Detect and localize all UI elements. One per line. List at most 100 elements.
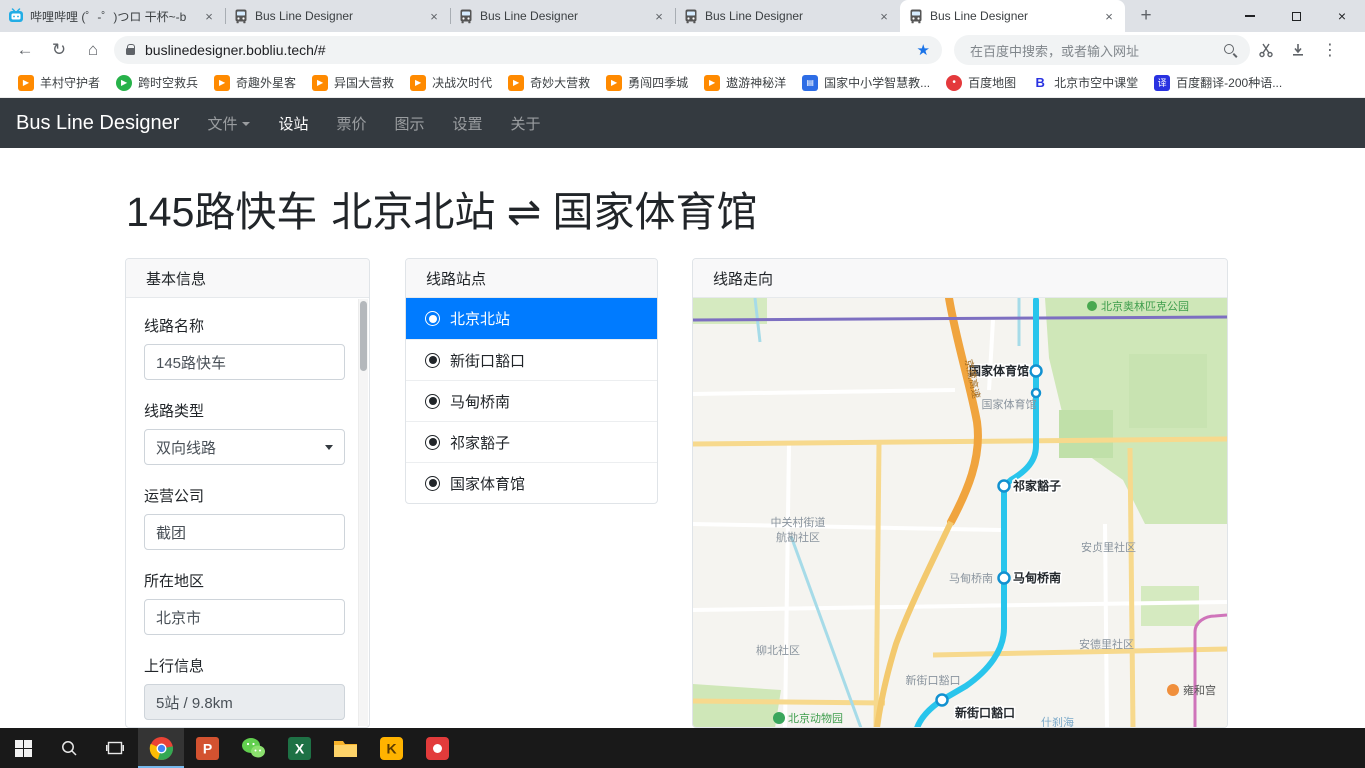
home-button[interactable]: ⌂ [76, 40, 110, 60]
maximize-icon [1291, 11, 1301, 21]
map-station-marker [997, 479, 1011, 493]
operator-input[interactable]: 截团 [144, 514, 345, 550]
station-item[interactable]: 国家体育馆 [406, 462, 657, 503]
url-field[interactable]: buslinedesigner.bobliu.tech/# ★ [114, 36, 942, 64]
map-canvas[interactable]: 北京奥林匹克公园 国家体育馆 国家体育馆 祁家豁子 马甸桥南 马甸桥南 新街口豁… [693, 298, 1227, 728]
browser-tab[interactable]: Bus Line Designer × [900, 0, 1125, 32]
bookmark-item[interactable]: ▤ 国家中小学智慧教... [794, 74, 938, 91]
nav-item-label: 设置 [452, 115, 483, 133]
bookmark-item[interactable]: • 百度地图 [938, 74, 1024, 91]
area-label: 安德里社区 [1079, 637, 1134, 651]
station-item[interactable]: 祁家豁子 [406, 421, 657, 462]
bookmark-item[interactable]: 译百度翻译-200种语... [1146, 74, 1290, 91]
back-button[interactable]: ← [8, 40, 42, 60]
tab-close-icon[interactable]: × [426, 9, 442, 24]
taskbar-recorder-button[interactable] [414, 728, 460, 768]
bookmark-item[interactable]: B 北京市空中课堂 [1024, 74, 1146, 91]
tab-title: Bus Line Designer [930, 9, 1029, 23]
svg-text:P: P [202, 740, 211, 756]
taskbar-start-button[interactable] [0, 728, 46, 768]
bookmark-item[interactable]: ▶ 决战次时代 [402, 74, 500, 91]
nav-item-settings[interactable]: 设置 [439, 113, 497, 134]
station-item[interactable]: 新街口豁口 [406, 339, 657, 380]
new-tab-button[interactable]: + [1131, 2, 1161, 30]
svg-text:K: K [386, 740, 396, 756]
scrollbar-thumb[interactable] [360, 301, 367, 371]
tv-orange-icon: ▶ [410, 74, 427, 91]
tv-orange-icon: ▶ [214, 74, 231, 91]
bus-favicon-icon [683, 8, 699, 24]
nav-item-fare[interactable]: 票价 [322, 113, 380, 134]
scrollbar-track[interactable] [358, 299, 368, 726]
zoo-area [693, 684, 781, 727]
start-icon [14, 739, 32, 757]
refresh-button[interactable]: ↻ [42, 40, 76, 60]
tab-close-icon[interactable]: × [876, 9, 892, 24]
tv-orange-icon: ▶ [312, 74, 329, 91]
bookmark-item[interactable]: ▶ 羊村守护者 [10, 74, 108, 91]
form-group: 线路类型 双向线路 [144, 400, 351, 465]
excel-icon: X [287, 736, 311, 760]
map-header: 线路走向 [693, 259, 1227, 298]
wechat-icon [241, 737, 266, 759]
line-name-input[interactable]: 145路快车 [144, 344, 345, 380]
browser-tab[interactable]: Bus Line Designer × [675, 0, 900, 32]
minimize-button[interactable] [1227, 0, 1273, 32]
taskbar-app-k-button[interactable]: K [368, 728, 414, 768]
bookmark-item[interactable]: ▶ 跨时空救兵 [108, 74, 206, 91]
taskbar-chrome-button[interactable] [138, 728, 184, 768]
tab-close-icon[interactable]: × [651, 9, 667, 24]
area-label: 航勘社区 [776, 530, 820, 544]
taskbar-explorer-button[interactable] [322, 728, 368, 768]
bookmark-item[interactable]: ▶ 异国大营救 [304, 74, 402, 91]
search-input[interactable]: 在百度中搜索，或者输入网址 [954, 35, 1250, 65]
secure-lock-icon[interactable] [126, 44, 136, 55]
nav-item-about[interactable]: 关于 [497, 113, 555, 134]
form-group: 上行信息 5站 / 9.8km [144, 655, 351, 720]
line-name-title: 145路快车 [126, 189, 318, 235]
station-name: 新街口豁口 [450, 352, 526, 370]
station-item[interactable]: 北京北站 [406, 298, 657, 339]
bookmark-star-icon[interactable]: ★ [917, 41, 930, 59]
taskbar-search-button[interactable] [46, 728, 92, 768]
basic-info-header: 基本信息 [126, 259, 369, 298]
close-button[interactable]: × [1319, 0, 1365, 32]
field-label: 所在地区 [144, 573, 205, 590]
tab-close-icon[interactable]: × [201, 9, 217, 24]
tab-title: Bus Line Designer [255, 9, 354, 23]
region-input[interactable]: 北京市 [144, 599, 345, 635]
page-title: 145路快车 北京北站 ⇌ 国家体育馆 [126, 178, 758, 238]
nav-item-diagram[interactable]: 图示 [380, 113, 438, 134]
browser-tab[interactable]: 哔哩哔哩 (゜-゜)つロ 干杯~-b × [0, 0, 225, 32]
bookmark-item[interactable]: ▶ 遨游神秘洋 [696, 74, 794, 91]
bookmark-item[interactable]: ▶ 奇趣外星客 [206, 74, 304, 91]
browser-tab[interactable]: Bus Line Designer × [225, 0, 450, 32]
station-radio-icon [425, 311, 440, 326]
brand-link[interactable]: Bus Line Designer [16, 112, 179, 135]
tab-title: 哔哩哔哩 (゜-゜)つロ 干杯~-b [30, 9, 187, 24]
downloads-icon[interactable] [1282, 42, 1314, 58]
bookmark-item[interactable]: ▶ 勇闯四季城 [598, 74, 696, 91]
search-icon[interactable] [1223, 43, 1238, 58]
stations-card: 线路站点 北京北站 新街口豁口 马甸桥南 祁家豁子 国家体育馆 [405, 258, 658, 504]
screenshot-extension-icon[interactable] [1250, 42, 1282, 58]
nav-item-label: 图示 [394, 115, 425, 133]
screen: 哔哩哔哩 (゜-゜)つロ 干杯~-b × Bus Line Designer × Bus… [0, 0, 1365, 768]
browser-menu-icon[interactable]: ⋮ [1314, 40, 1346, 60]
tv-orange-icon: ▶ [18, 74, 34, 91]
tab-close-icon[interactable]: × [1101, 9, 1117, 24]
station-item[interactable]: 马甸桥南 [406, 380, 657, 421]
nav-item-file[interactable]: 文件 [193, 113, 264, 134]
input-value: 145路快车 [156, 354, 227, 372]
search-icon [60, 739, 78, 757]
line-type-select[interactable]: 双向线路 [144, 429, 345, 465]
maximize-button[interactable] [1273, 0, 1319, 32]
browser-address-bar: ← ↻ ⌂ buslinedesigner.bobliu.tech/# ★ 在百… [0, 32, 1365, 68]
bookmark-item[interactable]: ▶ 奇妙大营救 [500, 74, 598, 91]
taskbar-task-view-button[interactable] [92, 728, 138, 768]
taskbar-excel-button[interactable]: X [276, 728, 322, 768]
nav-item-stations[interactable]: 设站 [264, 113, 322, 134]
taskbar-powerpoint-button[interactable]: P [184, 728, 230, 768]
browser-tab[interactable]: Bus Line Designer × [450, 0, 675, 32]
taskbar-wechat-button[interactable] [230, 728, 276, 768]
